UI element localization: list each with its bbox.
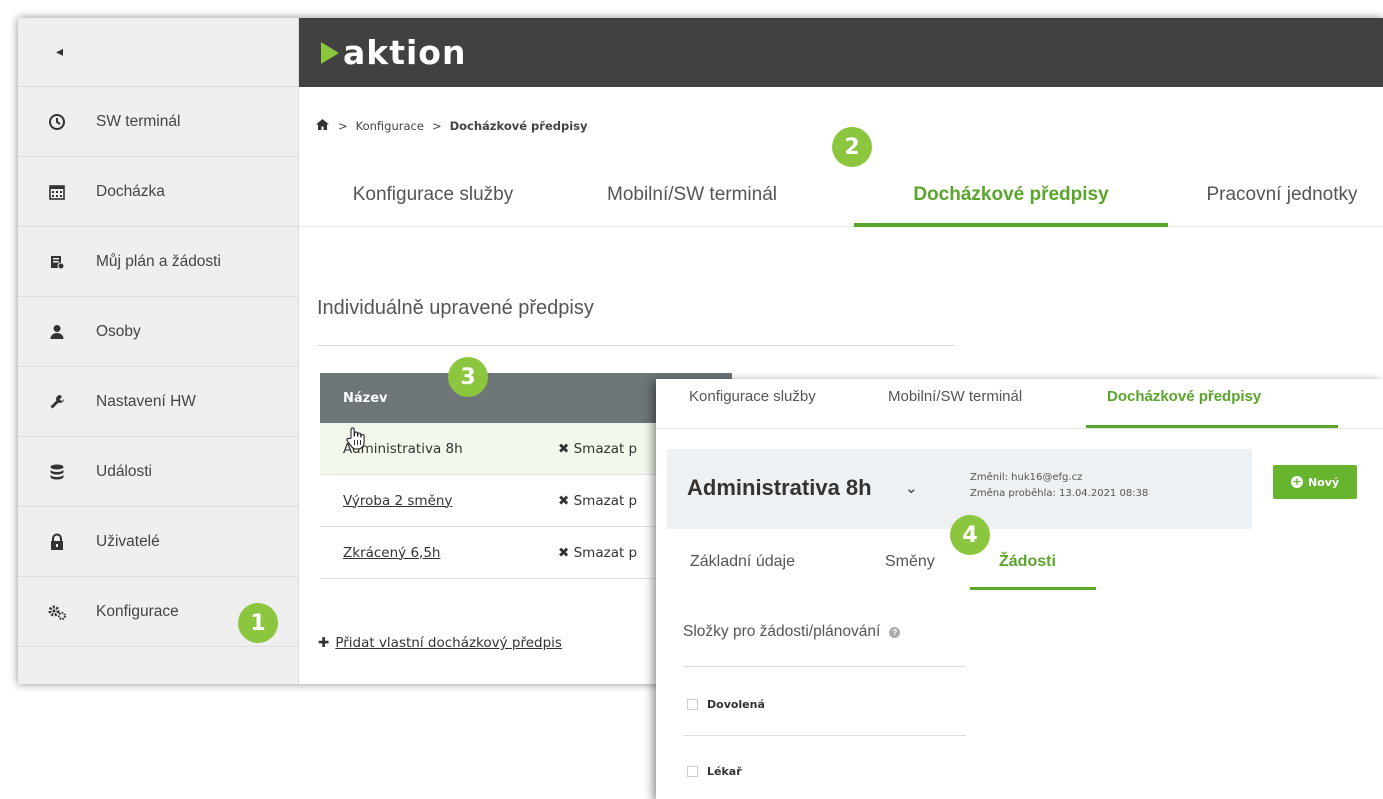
sidebar-item-nastaveni-hw[interactable]: Nastavení HW [18, 367, 298, 437]
person-icon [18, 323, 96, 341]
wrench-icon [18, 393, 96, 411]
hand-cursor-icon [345, 426, 367, 456]
components-title-text: Složky pro žádosti/plánování [683, 623, 881, 640]
components-section-title: Složky pro žádosti/plánování ? [683, 623, 901, 641]
collapse-arrow-icon: ◂ [56, 44, 64, 60]
step-badge-1: 1 [238, 603, 278, 643]
subtab-zadosti[interactable]: Žádosti [999, 553, 1056, 571]
clock-icon [18, 113, 96, 131]
top-bar: aktion [299, 18, 1383, 87]
delete-rule-button[interactable]: ✖ Smazat p [558, 545, 637, 561]
logo-text: aktion [343, 33, 467, 72]
tab-mobilni-sw-terminal[interactable]: Mobilní/SW terminál [574, 177, 810, 227]
changed-by-text: Změnil: huk16@efg.cz [970, 472, 1083, 483]
subtab-smeny[interactable]: Směny [885, 553, 935, 571]
checkbox-label: Dovolená [707, 698, 765, 711]
sidebar-item-label: SW terminál [96, 112, 181, 130]
step-badge-3: 3 [448, 357, 488, 397]
main-tabs: Konfigurace služby Mobilní/SW terminál D… [299, 177, 1383, 227]
home-icon[interactable] [315, 118, 330, 134]
changed-at-text: Změna proběhla: 13.04.2021 08:38 [970, 488, 1149, 499]
rule-select-chevron-icon[interactable]: ⌄ [905, 479, 918, 497]
delete-rule-button[interactable]: ✖ Smazat p [558, 493, 637, 509]
active-subtab-indicator [970, 587, 1096, 590]
rule-detail-panel: Konfigurace služby Mobilní/SW terminál D… [656, 379, 1383, 799]
tab-mobilni-sw-terminal[interactable]: Mobilní/SW terminál [888, 388, 1022, 405]
help-icon[interactable]: ? [889, 626, 901, 638]
calendar-icon [18, 183, 96, 201]
sidebar-item-label: Docházka [96, 182, 165, 200]
gears-icon [18, 603, 96, 621]
new-button-label: Nový [1307, 475, 1340, 489]
step-badge-2: 2 [832, 127, 872, 167]
breadcrumb-konfigurace[interactable]: Konfigurace [356, 119, 424, 133]
sidebar-item-label: Můj plán a žádosti [96, 252, 221, 270]
sidebar-item-sw-terminal[interactable]: SW terminál [18, 87, 298, 157]
active-tab-indicator [1086, 425, 1338, 428]
tab-konfigurace-sluzby[interactable]: Konfigurace služby [689, 388, 816, 405]
lock-icon [18, 533, 96, 551]
sidebar-item-label: Události [96, 462, 152, 480]
tab-konfigurace-sluzby[interactable]: Konfigurace služby [325, 177, 541, 227]
sidebar-item-label: Nastavení HW [96, 392, 196, 410]
breadcrumb-separator: > [431, 119, 442, 133]
detail-subtabs: Základní údaje Směny Žádosti [656, 549, 1383, 591]
delete-label: Smazat p [573, 492, 638, 509]
sidebar-item-dochazka[interactable]: Docházka [18, 157, 298, 227]
add-rule-link[interactable]: ✚ Přidat vlastní docházkový předpis [318, 635, 562, 651]
section-divider [683, 735, 966, 736]
tab-dochazkove-predpisy[interactable]: Docházkové předpisy [1107, 388, 1261, 405]
sidebar-item-osoby[interactable]: Osoby [18, 297, 298, 367]
plus-icon: ✚ [318, 635, 330, 651]
sidebar-item-label: Uživatelé [96, 532, 160, 550]
breadcrumb: > Konfigurace > Docházkové předpisy [315, 118, 588, 134]
checkbox-lekar[interactable]: Lékař [687, 765, 742, 778]
detail-tabs: Konfigurace služby Mobilní/SW terminál D… [656, 379, 1383, 429]
delete-label: Smazat p [573, 440, 638, 457]
checkbox-icon[interactable] [687, 766, 698, 777]
sidebar-item-plan[interactable]: Můj plán a žádosti [18, 227, 298, 297]
plus-circle-icon: + [1290, 475, 1303, 488]
sidebar-item-uzivatele[interactable]: Uživatelé [18, 507, 298, 577]
subtab-zakladni-udaje[interactable]: Základní údaje [690, 553, 795, 571]
sidebar-item-label: Konfigurace [96, 602, 179, 620]
database-icon [18, 463, 96, 481]
section-divider [317, 345, 955, 346]
section-title: Individuálně upravené předpisy [317, 297, 594, 319]
aktion-logo: aktion [321, 33, 466, 72]
checkbox-icon[interactable] [687, 699, 698, 710]
breadcrumb-current: Docházkové předpisy [449, 119, 588, 133]
tab-dochazkove-predpisy[interactable]: Docházkové předpisy [854, 177, 1168, 227]
sidebar-item-label: Osoby [96, 322, 141, 340]
checkbox-label: Lékař [707, 765, 742, 778]
logo-triangle-icon [321, 41, 339, 64]
breadcrumb-separator: > [338, 119, 348, 133]
tab-pracovni-jednotky[interactable]: Pracovní jednotky [1187, 177, 1377, 227]
plan-icon [18, 253, 96, 271]
delete-rule-button[interactable]: ✖ Smazat p [558, 441, 637, 457]
sidebar-collapse-button[interactable]: ◂ [18, 18, 298, 87]
section-divider [683, 666, 966, 667]
delete-label: Smazat p [573, 544, 638, 561]
add-rule-label: Přidat vlastní docházkový předpis [335, 635, 562, 651]
step-badge-4: 4 [950, 515, 990, 555]
sidebar: ◂ SW terminál Docházka Můj plán a žádost… [18, 18, 299, 684]
sidebar-item-udalosti[interactable]: Události [18, 437, 298, 507]
rule-title: Administrativa 8h [687, 475, 872, 500]
checkbox-dovolena[interactable]: Dovolená [687, 698, 765, 711]
rule-name-link[interactable]: Výroba 2 směny [343, 493, 452, 509]
rule-name-link[interactable]: Zkrácený 6,5h [343, 545, 440, 561]
new-rule-button[interactable]: + Nový [1273, 465, 1357, 499]
